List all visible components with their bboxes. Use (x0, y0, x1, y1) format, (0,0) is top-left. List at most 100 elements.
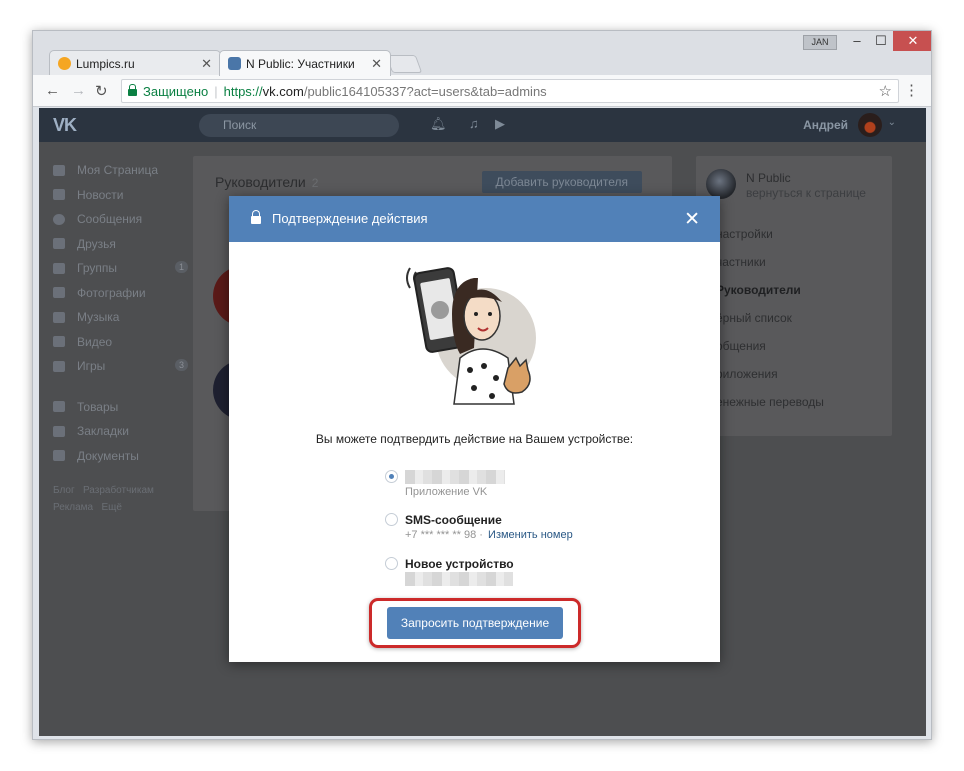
sidebar-item-messages[interactable]: Сообщения (53, 207, 188, 232)
user-name[interactable]: Андрей (803, 118, 848, 132)
sidebar-item-label: Игры (77, 359, 106, 374)
confirmation-dialog: Подтверждение действия ✕ Вы можете подтв… (229, 196, 720, 662)
chevron-down-icon[interactable]: ⌄ (888, 117, 896, 128)
community-avatar[interactable] (706, 169, 736, 199)
avatar[interactable] (858, 113, 882, 137)
forward-arrow-icon[interactable]: → (71, 82, 86, 99)
search-input[interactable]: Поиск (199, 114, 399, 137)
sidebar-item-groups[interactable]: Группы 1 (53, 256, 188, 281)
managers-title: Руководители (215, 174, 306, 190)
radio-vk-app[interactable] (385, 470, 398, 483)
shopping-bag-icon (53, 401, 65, 413)
friends-icon (53, 238, 65, 250)
games-count-badge: 3 (174, 359, 188, 371)
tab-vk-public[interactable]: N Public: Участники ✕ (219, 50, 391, 76)
browser-titlebar: Lumpics.ru ✕ N Public: Участники ✕ JAN –… (33, 31, 931, 76)
add-manager-button[interactable]: Добавить руководителя (481, 171, 642, 193)
sidebar-item-friends[interactable]: Друзья (53, 232, 188, 257)
request-confirmation-button[interactable]: Запросить подтверждение (387, 607, 563, 639)
sidebar-item-video[interactable]: Видео (53, 330, 188, 355)
sidebar-item-market[interactable]: Товары (53, 395, 188, 420)
tab-lumpics[interactable]: Lumpics.ru ✕ (49, 50, 221, 76)
sidebar-item-label: Видео (77, 334, 113, 349)
notifications-bell-icon[interactable]: 🔔︎ (430, 117, 447, 131)
music-icon[interactable]: ♫ (469, 117, 483, 131)
back-arrow-icon[interactable]: ← (45, 82, 60, 99)
menu-item-managers[interactable]: Руководители (716, 283, 801, 297)
sidebar-item-label: Сообщения (77, 212, 143, 227)
footer-link-blog[interactable]: Блог (53, 485, 75, 496)
radio-new-device[interactable] (385, 557, 398, 570)
footer-link-more[interactable]: Ещё (101, 502, 121, 513)
lumpics-favicon-icon (58, 57, 71, 70)
window-close-button[interactable]: ✕ (893, 31, 931, 51)
masked-phone: +7 *** *** ** 98 · (405, 529, 483, 541)
sidebar-item-label: Документы (77, 448, 139, 463)
url-path: /public164105337?act=users&tab=admins (303, 83, 547, 99)
menu-item-apps[interactable]: риложения (716, 367, 778, 381)
community-name[interactable]: N Public (746, 171, 791, 185)
option-subtitle: Приложение VK (405, 486, 488, 498)
sidebar-item-news[interactable]: Новости (53, 183, 188, 208)
sidebar-item-label: Моя Страница (77, 163, 159, 178)
messages-icon (53, 213, 65, 225)
vk-logo[interactable]: VK (53, 115, 77, 136)
vk-favicon-icon (228, 57, 241, 70)
dialog-title: Подтверждение действия (272, 211, 428, 226)
dialog-header: Подтверждение действия ✕ (229, 196, 720, 242)
footer-link-ads[interactable]: Реклама (53, 502, 93, 513)
menu-item-messages[interactable]: общения (716, 339, 766, 353)
back-to-page-link[interactable]: вернуться к странице (746, 186, 866, 200)
maximize-button[interactable]: ☐ (867, 31, 895, 51)
play-icon[interactable]: ▶ (495, 117, 509, 131)
tab-label: N Public: Участники (246, 56, 355, 71)
url-host: vk.com (262, 83, 304, 99)
video-icon (53, 336, 65, 348)
menu-item-blacklist[interactable]: ёрный список (716, 311, 792, 325)
footer-links: Блог Разработчикам Реклама Ещё (53, 482, 188, 516)
lock-icon (251, 210, 261, 224)
secure-label: Защищено (143, 83, 209, 99)
menu-item-settings[interactable]: настройки (716, 227, 773, 241)
reload-icon[interactable]: ↻ (95, 82, 108, 100)
blurred-device-info (405, 572, 513, 586)
tab-close-icon[interactable]: ✕ (201, 56, 212, 72)
sidebar-item-label: Музыка (77, 310, 120, 325)
vk-header: VK Поиск 🔔︎ ♫ ▶ Андрей ⌄ (39, 108, 926, 142)
change-number-link[interactable]: Изменить номер (488, 529, 573, 541)
secure-indicator[interactable]: Защищено (128, 84, 208, 99)
left-sidebar: Моя Страница Новости Сообщения Друзья Гр… (53, 158, 188, 516)
lock-icon (128, 84, 137, 96)
community-menu: N Public вернуться к странице настройки … (696, 156, 892, 436)
bookmark-star-icon[interactable]: ☆ (879, 82, 892, 100)
sidebar-item-bookmarks[interactable]: Закладки (53, 419, 188, 444)
music-note-icon (53, 311, 65, 323)
sidebar-item-my-page[interactable]: Моя Страница (53, 158, 188, 183)
phone-girl-illustration (406, 267, 536, 405)
option-title: Новое устройство (405, 557, 514, 571)
new-tab-button[interactable] (385, 55, 423, 73)
url-scheme: https:// (223, 83, 263, 99)
sidebar-item-label: Друзья (77, 236, 116, 251)
star-icon (53, 425, 65, 437)
sidebar-item-games[interactable]: Игры 3 (53, 354, 188, 379)
footer-link-developers[interactable]: Разработчикам (83, 485, 154, 496)
menu-item-members[interactable]: частники (716, 255, 766, 269)
window-user-badge[interactable]: JAN (803, 35, 837, 50)
sidebar-item-photos[interactable]: Фотографии (53, 281, 188, 306)
url-separator: | (214, 83, 218, 99)
sidebar-item-label: Товары (77, 399, 119, 414)
sidebar-item-documents[interactable]: Документы (53, 444, 188, 469)
sidebar-item-label: Группы (77, 261, 117, 276)
address-bar[interactable]: Защищено | https://vk.com/public16410533… (121, 79, 899, 103)
sidebar-item-label: Закладки (77, 424, 129, 439)
camera-icon (53, 287, 65, 299)
menu-item-money-transfers[interactable]: енежные переводы (716, 395, 824, 409)
close-icon[interactable]: ✕ (684, 208, 700, 231)
browser-menu-icon[interactable]: ⋮ (904, 81, 919, 99)
sidebar-item-music[interactable]: Музыка (53, 305, 188, 330)
radio-sms[interactable] (385, 513, 398, 526)
sidebar-item-label: Фотографии (77, 285, 146, 300)
managers-count: 2 (311, 176, 319, 190)
tab-close-icon[interactable]: ✕ (371, 56, 382, 72)
